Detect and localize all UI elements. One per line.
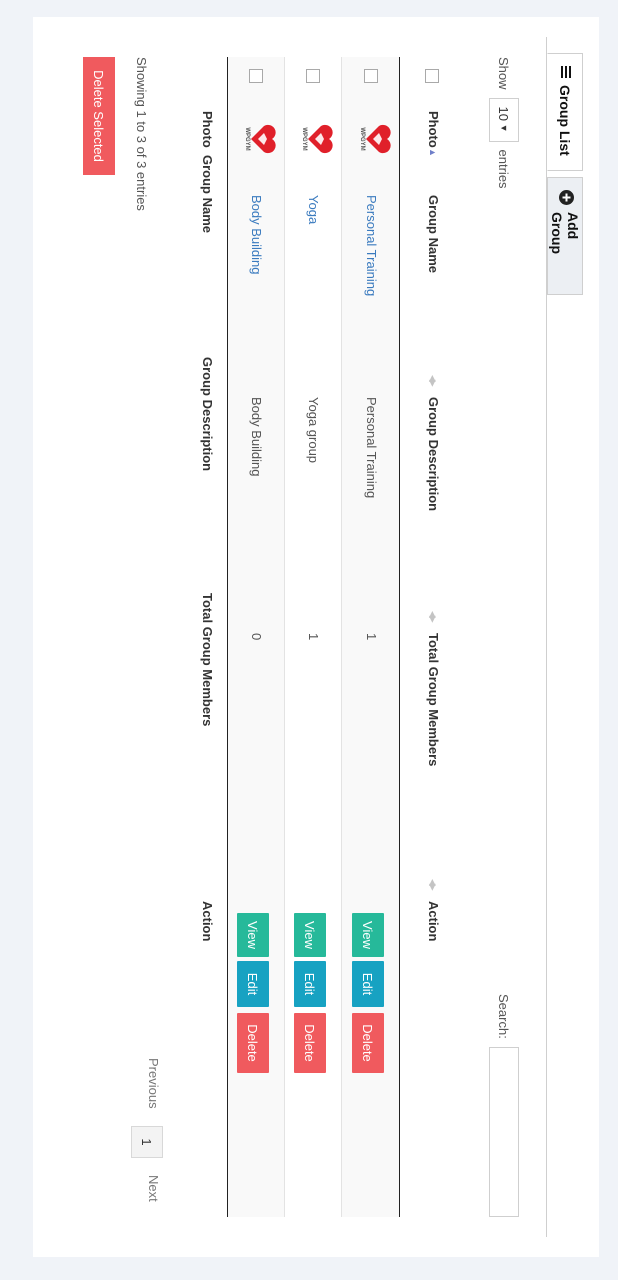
footer-divider: [227, 57, 228, 1217]
group-name-link[interactable]: Personal Training: [364, 195, 379, 296]
delete-button[interactable]: Delete: [237, 1013, 269, 1073]
group-description: Body Building: [249, 397, 264, 477]
group-logo: WPGYM: [236, 123, 276, 155]
logo-caption: WPGYM: [359, 127, 365, 151]
tab-group-list-label: Group List: [557, 85, 573, 156]
pagination-previous[interactable]: Previous: [146, 1058, 161, 1109]
edit-button[interactable]: Edit: [352, 961, 384, 1007]
entries-select-value: 10: [496, 106, 512, 121]
header-divider: [399, 57, 400, 1217]
content-card: Group List Add Group Show 10 ▼ entries S…: [33, 17, 599, 1257]
group-logo: WPGYM: [351, 123, 391, 155]
footer-header-group-description: Group Description: [200, 357, 215, 472]
search-area: Search:: [489, 994, 519, 1217]
entries-length: Show 10 ▼ entries: [489, 57, 519, 189]
search-label: Search:: [496, 994, 512, 1039]
table-row: WPGYM Body Building Body Building 0 View…: [227, 57, 284, 1217]
edit-button[interactable]: Edit: [237, 961, 269, 1007]
row-checkbox[interactable]: [306, 69, 320, 83]
entries-label: entries: [496, 149, 512, 189]
plus-circle-icon: [556, 190, 574, 205]
list-icon: [557, 66, 573, 78]
sort-both-icon: ◀▶: [428, 879, 438, 889]
column-header-total-members[interactable]: Total Group Members: [426, 633, 441, 766]
sort-both-icon: ◀▶: [428, 375, 438, 385]
table-row: WPGYM Personal Training Personal Trainin…: [342, 57, 399, 1217]
rotated-view: Group List Add Group Show 10 ▼ entries S…: [33, 17, 599, 1257]
column-header-action: Action: [426, 901, 441, 942]
logo-caption: WPGYM: [301, 127, 307, 151]
row-divider: [284, 57, 285, 1217]
group-logo: WPGYM: [293, 123, 333, 155]
search-input[interactable]: [489, 1046, 519, 1217]
group-name-link[interactable]: Body Building: [249, 195, 264, 275]
table-row: WPGYM Yoga Yoga group 1 View Edit Delete: [284, 57, 341, 1217]
tab-add-group-label: Add Group: [549, 212, 581, 254]
group-members-count: 1: [306, 633, 321, 641]
row-checkbox[interactable]: [249, 69, 263, 83]
footer-header-action: Action: [200, 901, 215, 942]
group-description: Yoga group: [306, 397, 321, 464]
row-checkbox[interactable]: [364, 69, 378, 83]
view-button[interactable]: View: [352, 913, 384, 957]
group-members-count: 0: [249, 633, 264, 641]
group-members-count: 1: [364, 633, 379, 641]
view-button[interactable]: View: [294, 913, 326, 957]
entries-select[interactable]: 10 ▼: [489, 97, 519, 142]
sort-asc-icon: ▲: [428, 148, 438, 157]
delete-button[interactable]: Delete: [352, 1013, 384, 1073]
footer-header-photo: Photo: [200, 111, 215, 148]
footer-header-group-name: Group Name: [200, 155, 215, 234]
footer-header-total-members: Total Group Members: [200, 593, 215, 727]
view-button[interactable]: View: [237, 913, 269, 957]
row-divider: [341, 57, 342, 1217]
column-header-group-description[interactable]: Group Description: [426, 397, 441, 511]
tab-group-list[interactable]: Group List: [547, 53, 583, 171]
caret-down-icon: ▼: [499, 123, 509, 133]
group-name-link[interactable]: Yoga: [306, 195, 321, 224]
table-info: Showing 1 to 3 of 3 entries: [134, 57, 149, 211]
edit-button[interactable]: Edit: [294, 961, 326, 1007]
pagination-page-1[interactable]: 1: [131, 1126, 163, 1158]
sort-both-icon: ◀▶: [428, 611, 438, 621]
delete-selected-button[interactable]: Delete Selected: [83, 57, 115, 175]
logo-caption: WPGYM: [244, 127, 250, 151]
show-label: Show: [496, 57, 512, 90]
column-header-group-name[interactable]: Group Name: [426, 195, 441, 273]
select-all-checkbox[interactable]: [425, 69, 439, 83]
tab-add-group[interactable]: Add Group: [547, 177, 583, 295]
delete-button[interactable]: Delete: [294, 1013, 326, 1073]
pagination-next[interactable]: Next: [146, 1175, 161, 1202]
column-header-photo[interactable]: Photo: [426, 111, 441, 148]
group-description: Personal Training: [364, 397, 379, 499]
